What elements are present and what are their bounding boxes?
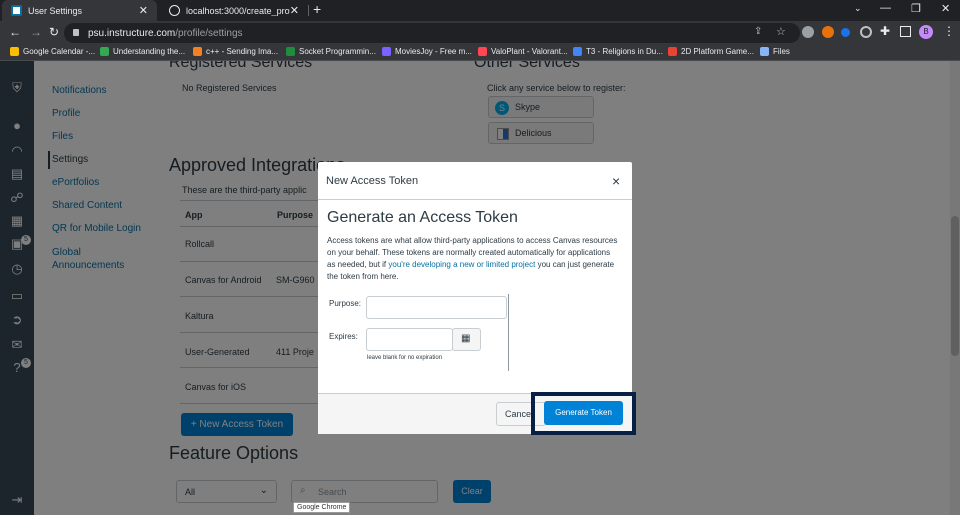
minimize-button[interactable]: — bbox=[880, 2, 891, 14]
highlight-box: Generate Token bbox=[531, 392, 636, 435]
close-tab-icon[interactable]: ✕ bbox=[139, 4, 148, 17]
restore-button[interactable]: ❐ bbox=[911, 2, 921, 15]
side-panel-icon[interactable] bbox=[900, 26, 911, 37]
files-icon bbox=[760, 47, 769, 56]
profile-avatar[interactable]: B bbox=[919, 25, 933, 39]
bookmarks-bar: Google Calendar -... Understanding the..… bbox=[0, 45, 960, 61]
dialog-heading: Generate an Access Token bbox=[327, 209, 518, 226]
dialog-header: New Access Token × bbox=[318, 162, 632, 200]
extension-icon[interactable] bbox=[822, 26, 834, 38]
calendar-picker-button[interactable]: ▦ bbox=[452, 328, 481, 351]
puzzle-icon[interactable]: ✚ bbox=[880, 24, 890, 38]
stackoverflow-icon bbox=[193, 47, 202, 56]
tooltip: Google Chrome bbox=[293, 502, 351, 513]
bookmark-item[interactable]: Google Calendar -... bbox=[10, 47, 95, 56]
bookmark-item[interactable]: MoviesJoy - Free m... bbox=[382, 47, 472, 56]
developer-link[interactable]: you're developing a new or limited proje… bbox=[388, 260, 535, 269]
tab-localhost[interactable]: localhost:3000/create_prof_accou ✕ bbox=[160, 0, 308, 21]
dialog-description: Access tokens are what allow third-party… bbox=[327, 236, 618, 281]
canvas-favicon-icon bbox=[11, 5, 22, 16]
bookmark-icon bbox=[382, 47, 391, 56]
bookmark-star-icon[interactable]: ☆ bbox=[776, 25, 786, 38]
purpose-label: Purpose: bbox=[329, 299, 362, 308]
bookmark-item[interactable]: Socket Programmin... bbox=[286, 47, 376, 56]
canvas-page: ⛨ ● ◠ ▤ ☍ ▦ ▣ 5 ◷ ▭ ➲ ✉ ? 5 ⇥ Notificati… bbox=[0, 61, 960, 515]
tab-bar: User Settings ✕ localhost:3000/create_pr… bbox=[0, 0, 960, 21]
address-bar[interactable]: psu.instructure.com/profile/settings ⇪ ☆ bbox=[64, 23, 800, 43]
bookmark-icon bbox=[100, 47, 109, 56]
globe-icon bbox=[169, 5, 180, 16]
bookmark-item[interactable]: c++ - Sending Ima... bbox=[193, 47, 278, 56]
bookmark-icon bbox=[573, 47, 582, 56]
purpose-input[interactable] bbox=[366, 296, 507, 319]
menu-icon[interactable]: ⋮ bbox=[943, 24, 955, 38]
close-tab-icon[interactable]: ✕ bbox=[290, 4, 299, 17]
bookmark-icon bbox=[286, 47, 295, 56]
generate-token-button[interactable]: Generate Token bbox=[544, 401, 623, 425]
tab-search-icon[interactable]: ⌄ bbox=[854, 3, 862, 14]
url-host: psu.instructure.com bbox=[88, 27, 176, 39]
bookmark-item[interactable]: Understanding the... bbox=[100, 47, 185, 56]
extension-icon[interactable] bbox=[860, 26, 872, 38]
tab-title: User Settings bbox=[28, 5, 83, 16]
bookmark-item[interactable]: ValoPlant - Valorant... bbox=[478, 47, 568, 56]
bookmark-icon bbox=[668, 47, 677, 56]
expires-input[interactable] bbox=[366, 328, 453, 351]
expires-label: Expires: bbox=[329, 332, 358, 341]
bookmark-item[interactable]: Files bbox=[760, 47, 790, 56]
valorant-icon bbox=[478, 47, 487, 56]
close-window-button[interactable]: ✕ bbox=[941, 2, 950, 15]
url-path: /profile/settings bbox=[175, 27, 243, 39]
bookmark-item[interactable]: 2D Platform Game... bbox=[668, 47, 754, 56]
reload-icon[interactable]: ↻ bbox=[49, 25, 59, 39]
bookmark-item[interactable]: T3 - Religions in Du... bbox=[573, 47, 663, 56]
calendar-icon: ▦ bbox=[461, 333, 471, 344]
lock-icon bbox=[73, 29, 79, 36]
back-icon[interactable]: ← bbox=[9, 25, 21, 39]
expires-hint: leave blank for no expiration bbox=[367, 355, 443, 361]
extension-icon[interactable] bbox=[802, 26, 814, 38]
tab-title: localhost:3000/create_prof_accou bbox=[186, 5, 290, 16]
close-icon[interactable]: × bbox=[612, 173, 620, 189]
new-tab-button[interactable]: + bbox=[313, 1, 321, 17]
browser-toolbar: ← → ↻ psu.instructure.com/profile/settin… bbox=[0, 21, 960, 45]
tab-user-settings[interactable]: User Settings ✕ bbox=[2, 0, 157, 21]
dialog-title: New Access Token bbox=[326, 175, 419, 187]
share-icon[interactable]: ⇪ bbox=[754, 26, 762, 37]
calendar-icon bbox=[10, 47, 19, 56]
forward-icon[interactable]: → bbox=[30, 25, 42, 39]
extension-icon[interactable] bbox=[841, 28, 850, 37]
